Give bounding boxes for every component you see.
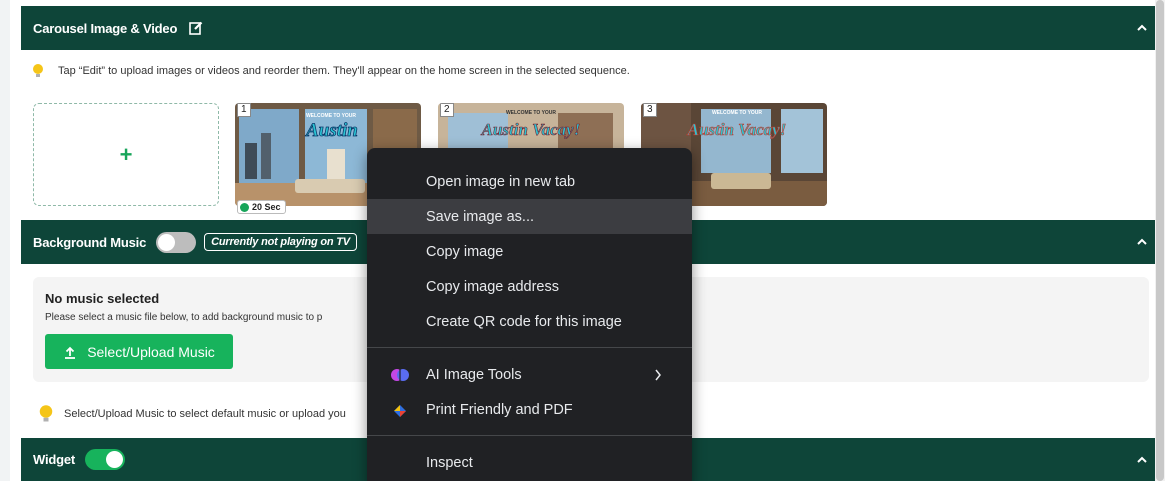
svg-text:Austin: Austin [305,120,358,141]
brain-icon [391,369,409,381]
thumbnail-number: 1 [237,103,251,117]
music-status-badge: Currently not playing on TV [204,233,357,251]
context-menu: Open image in new tab Save image as... C… [367,148,692,481]
lightbulb-icon [33,64,43,77]
menu-item-label: Open image in new tab [426,173,576,190]
music-tip-text: Select/Upload Music to select default mu… [64,408,346,420]
menu-item-create-qr-code[interactable]: Create QR code for this image [367,304,692,339]
upload-button-label: Select/Upload Music [87,343,215,360]
svg-text:WELCOME TO YOUR: WELCOME TO YOUR [306,113,356,119]
menu-item-print-friendly-pdf[interactable]: Print Friendly and PDF [367,392,692,427]
chevron-right-icon [655,369,661,380]
scrollbar-thumb[interactable] [1156,0,1164,481]
widget-title: Widget [33,452,76,467]
svg-text:Austin Vacay!: Austin Vacay! [481,120,581,139]
carousel-header[interactable]: Carousel Image & Video [21,6,1163,50]
toggle-knob [158,233,176,251]
background-music-toggle[interactable] [156,231,197,253]
upload-icon [65,346,76,359]
menu-item-label: Print Friendly and PDF [426,401,573,418]
menu-item-label: Create QR code for this image [426,313,622,330]
menu-item-open-image-new-tab[interactable]: Open image in new tab [367,164,692,199]
widget-toggle[interactable] [85,449,126,470]
thumbnail-number: 3 [643,103,657,117]
svg-text:WELCOME TO YOUR: WELCOME TO YOUR [506,110,556,116]
music-card-title: No music selected [45,291,160,306]
select-upload-music-button[interactable]: Select/Upload Music [45,334,233,369]
add-media-button[interactable]: + [33,103,219,206]
music-card-description: Please select a music file below, to add… [45,312,323,323]
menu-separator [367,347,692,348]
music-tip: Select/Upload Music to select default mu… [38,404,346,424]
background-music-title: Background Music [33,234,147,250]
carousel-tip-text: Tap “Edit” to upload images or videos an… [58,65,630,77]
menu-item-label: Copy image address [426,278,559,295]
print-friendly-icon [394,405,406,417]
menu-item-ai-image-tools[interactable]: AI Image Tools [367,357,692,392]
menu-item-save-image-as[interactable]: Save image as... [367,199,692,234]
scrollbar[interactable] [1155,0,1165,481]
chevron-up-icon[interactable] [1135,235,1149,249]
menu-item-label: AI Image Tools [426,366,522,383]
menu-item-label: Save image as... [426,208,534,225]
toggle-knob [106,451,124,468]
menu-item-label: Copy image [426,243,504,260]
edit-icon[interactable] [189,21,203,35]
menu-item-label: Inspect [426,454,473,471]
page: Carousel Image & Video Tap “Edit” to upl… [0,0,1165,481]
carousel-tip: Tap “Edit” to upload images or videos an… [32,63,630,79]
menu-item-copy-image[interactable]: Copy image [367,234,692,269]
svg-text:Austin Vacay!: Austin Vacay! [687,120,787,139]
chevron-up-icon[interactable] [1135,453,1149,467]
plus-icon: + [119,141,133,167]
menu-item-inspect[interactable]: Inspect [367,445,692,480]
chevron-up-icon[interactable] [1135,21,1149,35]
svg-text:WELCOME TO YOUR: WELCOME TO YOUR [712,110,762,116]
thumbnail-number: 2 [440,103,454,117]
lightbulb-icon [39,405,53,422]
menu-item-copy-image-address[interactable]: Copy image address [367,269,692,304]
carousel-title: Carousel Image & Video [33,20,178,36]
menu-separator [367,435,692,436]
